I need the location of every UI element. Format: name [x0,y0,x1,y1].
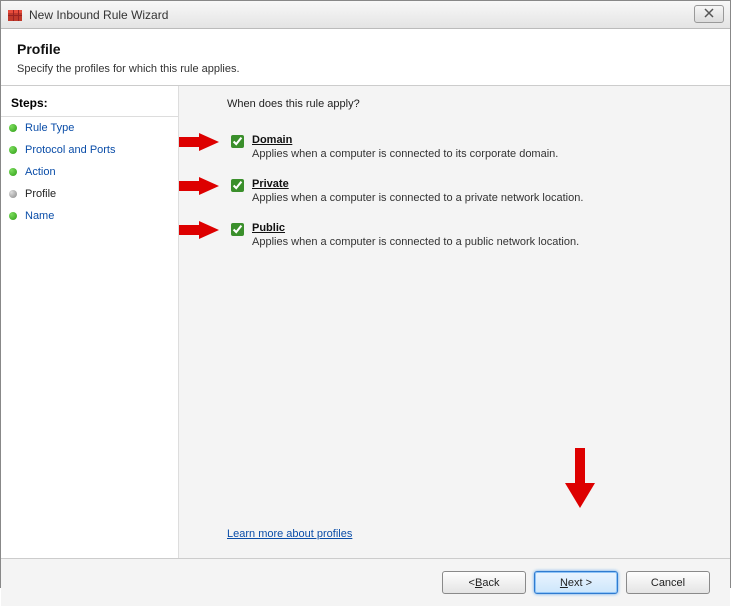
steps-heading: Steps: [1,92,178,117]
profile-option-private: Private Applies when a computer is conne… [199,178,710,204]
steps-sidebar: Steps: Rule Type Protocol and Ports Acti… [1,86,179,558]
back-button-post: ack [482,577,499,589]
next-button-u: N [560,577,568,589]
profile-option-public: Public Applies when a computer is connec… [199,222,710,248]
window-title: New Inbound Rule Wizard [29,8,168,22]
domain-desc: Applies when a computer is connected to … [252,148,558,160]
private-checkbox[interactable] [231,179,244,192]
step-protocol-ports[interactable]: Protocol and Ports [1,139,178,161]
annotation-arrow-icon [179,177,219,195]
close-icon [704,8,714,21]
domain-label: Domain [252,134,558,146]
firewall-icon [7,7,23,23]
step-name[interactable]: Name [1,205,178,227]
public-checkbox[interactable] [231,223,244,236]
page-subtitle: Specify the profiles for which this rule… [17,63,714,75]
public-label: Public [252,222,579,234]
back-button-u: B [475,577,482,589]
wizard-header: Profile Specify the profiles for which t… [1,29,730,86]
content-question: When does this rule apply? [199,98,710,110]
step-bullet-icon [9,124,17,132]
step-action[interactable]: Action [1,161,178,183]
private-label: Private [252,178,583,190]
step-label: Profile [25,188,56,200]
wizard-footer: < Back Next > Cancel [1,558,730,606]
step-label: Name [25,210,54,222]
next-button[interactable]: Next > [534,571,618,594]
step-label: Rule Type [25,122,74,134]
step-label: Protocol and Ports [25,144,116,156]
wizard-content: When does this rule apply? Domain Applie… [179,86,730,558]
annotation-arrow-icon [179,221,219,239]
cancel-button[interactable]: Cancel [626,571,710,594]
annotation-arrow-icon [179,133,219,151]
step-rule-type[interactable]: Rule Type [1,117,178,139]
step-label: Action [25,166,56,178]
close-button[interactable] [694,5,724,23]
step-bullet-icon [9,146,17,154]
public-desc: Applies when a computer is connected to … [252,236,579,248]
step-bullet-icon [9,190,17,198]
domain-checkbox[interactable] [231,135,244,148]
private-desc: Applies when a computer is connected to … [252,192,583,204]
learn-more-link[interactable]: Learn more about profiles [227,528,352,540]
step-bullet-icon [9,212,17,220]
back-button[interactable]: < Back [442,571,526,594]
wizard-body: Steps: Rule Type Protocol and Ports Acti… [1,86,730,558]
annotation-down-arrow-icon [565,448,595,508]
step-bullet-icon [9,168,17,176]
next-button-post: ext > [568,577,592,589]
profile-option-domain: Domain Applies when a computer is connec… [199,134,710,160]
titlebar: New Inbound Rule Wizard [1,1,730,29]
step-profile[interactable]: Profile [1,183,178,205]
page-title: Profile [17,41,714,57]
